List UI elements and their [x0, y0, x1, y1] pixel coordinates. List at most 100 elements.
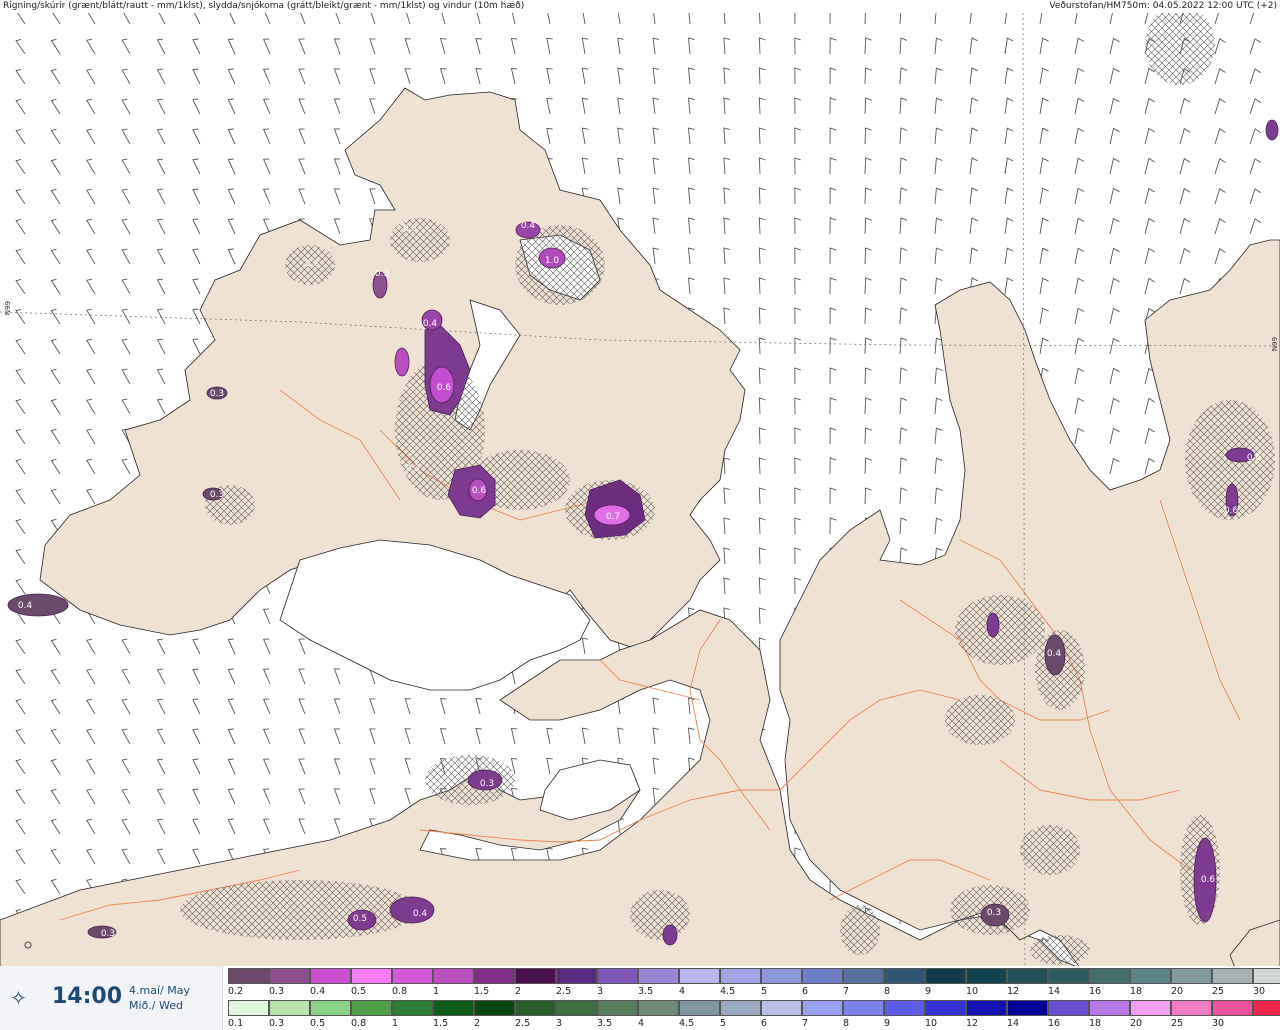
scale-label: 0.5 [310, 1018, 326, 1029]
scale-swatch [1007, 1000, 1048, 1016]
scale-swatch [310, 1000, 351, 1016]
scale-swatch [1171, 968, 1212, 984]
scale-label: 16 [1089, 986, 1102, 997]
scale-swatch [1253, 1000, 1280, 1016]
scale-swatch [925, 968, 966, 984]
scale-label: 30 [1212, 1018, 1225, 1029]
weather-map: 0.3 0.3 0.3 0.4 1.0 0.4 0.6 0.3 0.3 0.6 … [0, 13, 1280, 968]
scale-label: 5 [720, 1018, 727, 1029]
precip-label: 0.4 [521, 221, 536, 231]
precip-label: 0.5 [353, 914, 367, 924]
scale-label: 10 [925, 1018, 938, 1029]
precip-label: 0.6 [1224, 506, 1239, 516]
precip-label: 0.3 [403, 224, 417, 234]
scale-swatch [474, 1000, 515, 1016]
precip-label: 0.4 [423, 319, 438, 329]
time-panel: ✧ 14:00 4.maí/ May Mið./ Wed [0, 966, 223, 1030]
scale-label: 0.5 [351, 986, 367, 997]
snow-scale-labels: 0.2 0.3 0.4 0.5 0.8 1 1.5 2 2.5 3 3.5 4 4.5 5 6 7 8 9 10 12… [228, 986, 1280, 997]
scale-label: 3.5 [597, 1018, 613, 1029]
scale-swatch [679, 968, 720, 984]
map-header: Rigning/skúrir (grænt/blátt/rautt - mm/1… [0, 0, 1280, 14]
scale-swatch [925, 1000, 966, 1016]
scale-label: 12 [966, 1018, 979, 1029]
precip-label: 0.3 [305, 259, 319, 269]
map-source: Veðurstofan/HM750m: 04.05.2022 12:00 UTC… [1049, 1, 1277, 11]
scale-swatch [228, 968, 269, 984]
scale-label: 30 [1253, 986, 1266, 997]
scale-label: 6 [802, 986, 809, 997]
scale-label: 1.5 [474, 986, 490, 997]
scale-swatch [843, 1000, 884, 1016]
forecast-weekday: Mið./ Wed [129, 999, 183, 1012]
scale-label: 2.5 [515, 1018, 531, 1029]
scale-label: 0.3 [269, 986, 285, 997]
scale-swatch [515, 968, 556, 984]
scale-label: 3 [556, 1018, 563, 1029]
scale-label: 4.5 [679, 1018, 695, 1029]
rain-scale-labels: 0.1 0.3 0.5 0.8 1 1.5 2 2.5 3 3.5 4 4.5 5 6 7 8 9 10 12 14 1… [228, 1018, 1253, 1029]
scale-label: 14 [1007, 1018, 1020, 1029]
scale-swatch [433, 1000, 474, 1016]
scale-label: 7 [843, 986, 850, 997]
scale-label: 4 [638, 1018, 645, 1029]
precip-label: 0.3 [406, 464, 420, 474]
rain-color-scale [228, 1000, 1280, 1016]
scale-swatch [1253, 968, 1280, 984]
scale-label: 10 [966, 986, 979, 997]
scale-swatch [351, 1000, 392, 1016]
scale-swatch [720, 968, 761, 984]
scale-label: 2 [515, 986, 522, 997]
scale-label: 4.5 [720, 986, 736, 997]
scale-label: 18 [1130, 986, 1143, 997]
scale-swatch [1089, 1000, 1130, 1016]
scale-swatch [597, 1000, 638, 1016]
scale-label: 0.4 [310, 986, 326, 997]
scale-label: 0.8 [392, 986, 408, 997]
scale-label: 20 [1171, 986, 1184, 997]
scale-label: 9 [925, 986, 932, 997]
precip-label: 0.6 [437, 383, 452, 393]
precip-label: 0.4 [413, 909, 428, 919]
precip-label: 0.4 [1047, 649, 1062, 659]
scale-swatch [392, 968, 433, 984]
scale-swatch [761, 1000, 802, 1016]
scale-swatch [720, 1000, 761, 1016]
scale-label: 2.5 [556, 986, 572, 997]
scale-label: 5 [761, 986, 768, 997]
scale-swatch [638, 968, 679, 984]
scale-label: 7 [802, 1018, 809, 1029]
scale-swatch [556, 968, 597, 984]
latitude-label-left: N99 [4, 300, 13, 316]
scale-swatch [884, 1000, 925, 1016]
scale-swatch [1089, 968, 1130, 984]
scale-swatch [802, 1000, 843, 1016]
scale-label: 0.3 [269, 1018, 285, 1029]
map-title: Rigning/skúrir (grænt/blátt/rautt - mm/1… [3, 1, 525, 11]
scale-swatch [802, 968, 843, 984]
scale-swatch [597, 968, 638, 984]
precip-label: 0.4 [18, 601, 33, 611]
forecast-icon: ✧ [10, 986, 27, 1010]
forecast-date: 4.maí/ May [129, 984, 190, 997]
precip-label: 0.6 [472, 486, 487, 496]
scale-label: 20 [1130, 1018, 1143, 1029]
scale-swatch [843, 968, 884, 984]
scale-label: 1 [392, 1018, 399, 1029]
scale-swatch [966, 968, 1007, 984]
scale-swatch [638, 1000, 679, 1016]
scale-swatch [556, 1000, 597, 1016]
scale-swatch [761, 968, 802, 984]
precip-label: 0.7 [606, 512, 620, 522]
precip-label: 1.0 [545, 256, 560, 266]
scale-label: 2 [474, 1018, 481, 1029]
scale-label: 1.5 [433, 1018, 449, 1029]
scale-label: 3 [597, 986, 604, 997]
scale-label: 0.1 [228, 1018, 244, 1029]
legend-footer: ✧ 14:00 4.maí/ May Mið./ Wed 0.2 0.3 0.4 0.… [0, 966, 1280, 1030]
scale-swatch [1212, 968, 1253, 984]
scale-label: 14 [1048, 986, 1061, 997]
scale-label: 8 [843, 1018, 850, 1029]
scale-label: 9 [884, 1018, 891, 1029]
scale-label: 16 [1048, 1018, 1061, 1029]
